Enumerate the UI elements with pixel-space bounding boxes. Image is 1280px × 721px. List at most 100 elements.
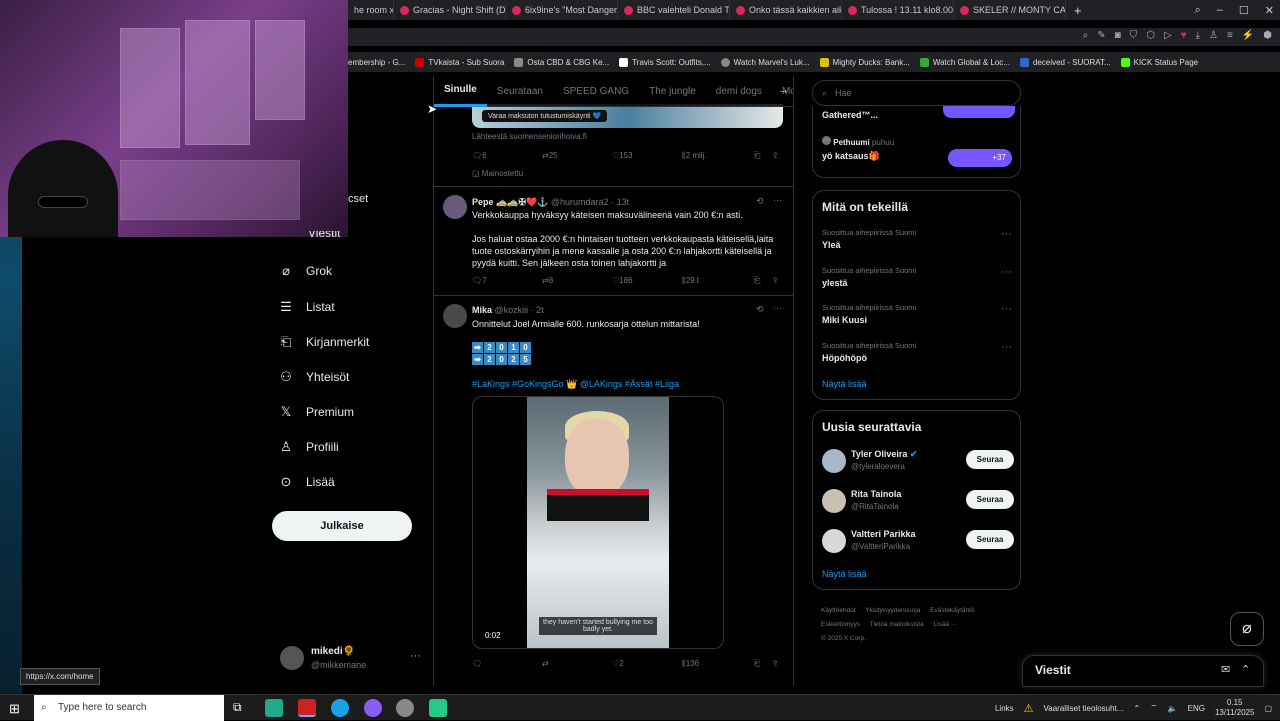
language-indicator[interactable]: ENG	[1188, 704, 1205, 713]
show-more-link[interactable]: Näytä lisää	[822, 379, 867, 389]
like-button[interactable]: ♡ 2	[612, 659, 682, 669]
maximize-button[interactable]: ☐	[1239, 4, 1249, 17]
follow-suggestion[interactable]: Tyler Oliveira ✔ @tyleraloevera Seuraa	[822, 447, 1014, 477]
more-options-icon[interactable]: ···	[1001, 266, 1012, 278]
volume-icon[interactable]: 🔈	[1168, 704, 1178, 713]
bookmark[interactable]: Travis Scott: Outfits,...	[619, 57, 711, 67]
grok-button[interactable]: ⌀	[1230, 612, 1264, 646]
share-icon[interactable]: ⇪	[772, 276, 779, 286]
notifications-icon[interactable]: ▢	[1264, 704, 1272, 713]
repost-button[interactable]: ⇄ 8	[542, 276, 612, 286]
bookmark[interactable]: KICK Status Page	[1120, 57, 1198, 67]
tweet-handle[interactable]: @kozkiii	[495, 305, 529, 315]
follow-button[interactable]: Seuraa	[966, 490, 1014, 509]
footer-link[interactable]: Yksityisyydensuoja	[865, 607, 920, 614]
opera-gx-icon[interactable]	[298, 699, 316, 717]
reply-button[interactable]: 🗨 7	[472, 276, 542, 286]
clock[interactable]: 0.15 13/11/2025	[1215, 698, 1254, 718]
new-tab-button[interactable]: +	[1066, 3, 1090, 18]
footer-link[interactable]: Lisää ···	[933, 621, 957, 628]
extension-icon[interactable]: ⚡	[1242, 30, 1254, 41]
sidebar-item-lists[interactable]: ☰ Listat	[278, 299, 335, 315]
trend-item[interactable]: Suosittua aihepiirissä Suomi Yleä ···	[822, 228, 1012, 250]
more-options-icon[interactable]: ···	[773, 195, 782, 205]
views-button[interactable]: ⫼ 136	[682, 659, 754, 669]
ad-source[interactable]: Lähteestä suomenseniorihoiva.fi	[472, 132, 587, 141]
sidebar-item-grok[interactable]: ⌀ Grok	[278, 263, 332, 279]
links-toolbar[interactable]: Links	[995, 704, 1014, 713]
bookmark[interactable]: deceived - SUORAT...	[1019, 57, 1111, 67]
bookmark[interactable]: Mighty Ducks: Bank...	[819, 57, 910, 67]
tweet-author[interactable]: Mika	[472, 305, 492, 315]
tab-list[interactable]: SPEED GANG	[553, 76, 639, 107]
video-player[interactable]: they haven't started bullying me too bad…	[472, 396, 724, 649]
repost-button[interactable]: ⇄	[542, 659, 612, 669]
sidebar-item-profile[interactable]: ♙ Profiili	[278, 439, 339, 455]
more-options-icon[interactable]: ···	[1001, 303, 1012, 315]
box-icon[interactable]: ⬢	[1263, 30, 1272, 41]
edge-icon[interactable]	[331, 699, 349, 717]
sidebar-item-premium[interactable]: 𝕏 Premium	[278, 404, 354, 420]
post-button[interactable]: Julkaise	[272, 511, 412, 541]
browser-tab[interactable]: he room x	[348, 0, 394, 20]
messages-drawer[interactable]: Viestit ✉ ⌃	[1022, 655, 1264, 687]
close-button[interactable]: ✕	[1265, 4, 1274, 17]
views-button[interactable]: ⫼ 2 milj.	[682, 151, 754, 161]
grok-icon[interactable]: ⟲	[756, 304, 764, 315]
space-listener-count[interactable]: +37	[948, 149, 1012, 167]
tab-for-you[interactable]: Sinulle	[434, 76, 487, 107]
reply-button[interactable]: 🗨	[472, 659, 542, 669]
browser-tab[interactable]: Onko tässä kaikkien aikoje	[730, 0, 842, 20]
follow-suggestion[interactable]: Valtteri Parikka @ValtteriParikka Seuraa	[822, 527, 1014, 557]
like-button[interactable]: ♡ 153	[612, 151, 682, 161]
tab-list[interactable]: The jungle	[639, 76, 706, 107]
ad-cta[interactable]: Varaa maksuton tutustumiskäynti 💙	[482, 110, 608, 122]
app-icon[interactable]	[396, 699, 414, 717]
footer-link[interactable]: Evästekäytäntö	[930, 607, 974, 614]
chevron-up-icon[interactable]: ⌃	[1133, 704, 1140, 713]
show-more-link[interactable]: Näytä lisää	[822, 569, 867, 579]
expand-icon[interactable]: ⌃	[1241, 663, 1250, 676]
user-icon[interactable]: ♙	[1209, 30, 1218, 41]
warning-icon[interactable]: ⚠	[1024, 702, 1034, 715]
sidebar-item-more[interactable]: ⊙ Lisää	[278, 474, 335, 490]
follow-suggestion[interactable]: Rita Tainola @RitaTainola Seuraa	[822, 487, 1014, 517]
browser-tab[interactable]: Gracias - Night Shift (DJ K	[394, 0, 506, 20]
menu-icon[interactable]: ≡	[1227, 30, 1233, 41]
like-button[interactable]: ♡ 186	[612, 276, 682, 286]
footer-link[interactable]: Esteettömyys	[821, 621, 860, 628]
trend-item[interactable]: Suosittua aihepiirissä Suomi ylestä ···	[822, 266, 1012, 288]
zoom-icon[interactable]: ⌕	[1083, 30, 1089, 41]
taskbar-search-input[interactable]: ⌕ Type here to search	[34, 695, 224, 721]
footer-link[interactable]: Käyttöehdot	[821, 607, 856, 614]
space-title[interactable]: Gathered™...	[822, 110, 878, 120]
new-message-icon[interactable]: ✉	[1221, 663, 1230, 676]
follow-button[interactable]: Seuraa	[966, 530, 1014, 549]
bookmark[interactable]: Watch Global & Loc...	[919, 57, 1010, 67]
more-options-icon[interactable]: ···	[410, 650, 421, 662]
avatar[interactable]	[443, 195, 467, 219]
download-icon[interactable]: ⤓	[1196, 30, 1200, 41]
bookmark-icon[interactable]: ⎗	[754, 659, 772, 669]
browser-tab[interactable]: BBC valehteli Donald Trum	[618, 0, 730, 20]
windows-start-icon[interactable]: ⊞	[9, 701, 20, 717]
space-title[interactable]: yö katsaus🎁	[822, 151, 880, 162]
sidebar-item-bookmarks[interactable]: ⎗ Kirjanmerkit	[278, 334, 370, 350]
more-options-icon[interactable]: ···	[773, 303, 782, 313]
heart-icon[interactable]: ♥	[1181, 30, 1187, 41]
app-icon[interactable]	[364, 699, 382, 717]
play-icon[interactable]: ▷	[1164, 30, 1172, 41]
browser-tab[interactable]: SKELER // MONTY CARLO	[954, 0, 1066, 20]
search-tabs-icon[interactable]: ⌕	[1195, 4, 1201, 17]
bookmark-icon[interactable]: ⎗	[754, 151, 772, 161]
account-switcher[interactable]: mikedi🌻 @mikkemane ···	[280, 643, 430, 673]
sidebar-item-communities[interactable]: ⚇ Yhteisöt	[278, 369, 349, 385]
cube-icon[interactable]: ⬡	[1146, 30, 1155, 41]
app-icon[interactable]	[429, 699, 447, 717]
bookmark[interactable]: TVkaista - Sub Suora	[415, 57, 504, 67]
tweet-author[interactable]: Pepe 🚕🚕✠❤️⚓	[472, 197, 548, 207]
reply-button[interactable]: 🗨 6	[472, 151, 542, 161]
share-icon[interactable]: ⇪	[772, 659, 779, 669]
browser-tab[interactable]: Tulossa ! 13.11 klo8.00 Cla	[842, 0, 954, 20]
task-view-icon[interactable]: ⧉	[233, 700, 242, 715]
